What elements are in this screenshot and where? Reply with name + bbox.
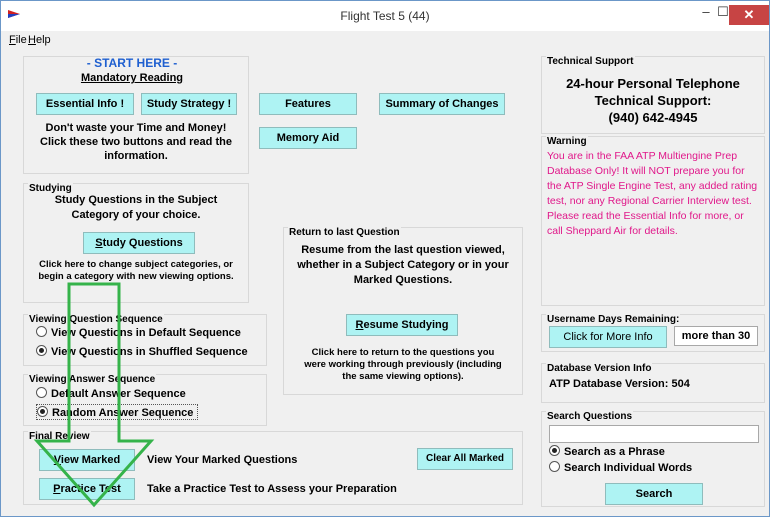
- green-arrow-annotation: [33, 282, 155, 508]
- app-window: Flight Test 5 (44) – ☐ ✕ File Help - STA…: [0, 0, 770, 517]
